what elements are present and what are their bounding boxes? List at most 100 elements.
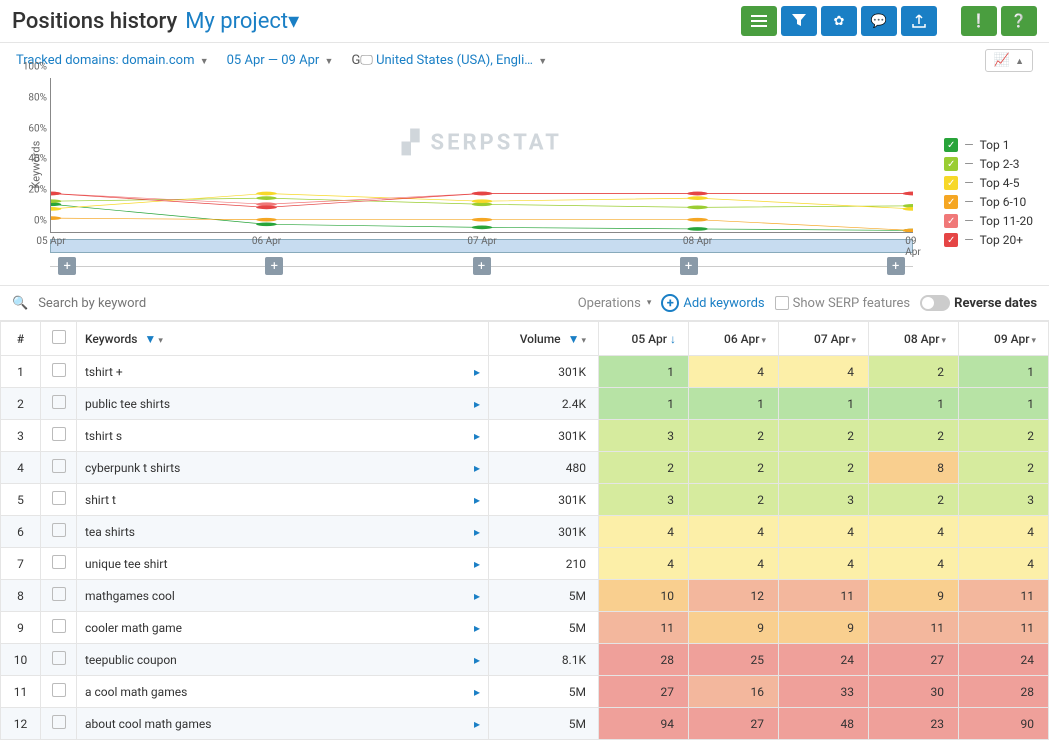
row-checkbox[interactable] [41,484,77,516]
position-cell: 11 [959,612,1049,644]
legend-item[interactable]: ✓—Top 11-20 [944,214,1033,228]
reverse-dates-toggle[interactable]: Reverse dates [920,295,1037,311]
keyword-cell[interactable]: mathgames cool▸ [77,580,489,612]
keyword-cell[interactable]: shirt t▸ [77,484,489,516]
show-serp-toggle[interactable]: Show SERP features [775,296,910,311]
legend-item[interactable]: ✓—Top 6-10 [944,195,1033,209]
keyword-cell[interactable]: a cool math games▸ [77,676,489,708]
check-icon: ✓ [944,157,958,171]
filter-icon: ▼ [141,332,156,346]
position-cell: 9 [779,612,869,644]
volume-cell: 301K [489,484,599,516]
expand-icon[interactable]: ▸ [474,621,480,635]
col-keywords[interactable]: Keywords ▼▾ [77,322,489,356]
comment-button[interactable]: 💬 [861,6,897,36]
legend-item[interactable]: ✓—Top 4-5 [944,176,1033,190]
row-checkbox[interactable] [41,548,77,580]
keyword-cell[interactable]: cooler math game▸ [77,612,489,644]
row-index: 11 [1,676,41,708]
position-cell: 3 [599,484,689,516]
table-row: 9 cooler math game▸ 5M11991111 [1,612,1049,644]
chart-icon: 📈 [994,53,1010,68]
row-checkbox[interactable] [41,612,77,644]
expand-icon[interactable]: ▸ [474,365,480,379]
timeline-marker[interactable]: + [265,257,283,275]
col-volume[interactable]: Volume ▼▾ [489,322,599,356]
expand-icon[interactable]: ▸ [474,557,480,571]
legend-item[interactable]: ✓—Top 2-3 [944,157,1033,171]
col-date-3[interactable]: 08 Apr▾ [869,322,959,356]
position-cell: 4 [779,356,869,388]
position-cell: 2 [869,356,959,388]
col-index[interactable]: # [1,322,41,356]
timeline-marker[interactable]: + [887,257,905,275]
row-index: 2 [1,388,41,420]
col-date-4[interactable]: 09 Apr▾ [959,322,1049,356]
row-checkbox[interactable] [41,644,77,676]
timeline-marker[interactable]: + [473,257,491,275]
row-checkbox[interactable] [41,452,77,484]
project-dropdown[interactable]: My project▾ [185,9,299,34]
position-cell: 9 [689,612,779,644]
expand-icon[interactable]: ▸ [474,461,480,475]
col-date-0[interactable]: 05 Apr ↓ [599,322,689,356]
help-button[interactable]: ❔ [1001,6,1037,36]
alert-button[interactable]: ❕ [961,6,997,36]
keyword-cell[interactable]: tshirt +▸ [77,356,489,388]
position-cell: 94 [599,708,689,740]
filter-icon: ▼ [565,332,580,346]
timeline-marker[interactable]: + [680,257,698,275]
position-cell: 1 [779,388,869,420]
expand-icon[interactable]: ▸ [474,397,480,411]
legend-item[interactable]: ✓—Top 1 [944,138,1033,152]
keyword-cell[interactable]: tea shirts▸ [77,516,489,548]
chevron-down-icon: ▼ [200,57,209,67]
keyword-cell[interactable]: teepublic coupon▸ [77,644,489,676]
position-cell: 2 [779,420,869,452]
expand-icon[interactable]: ▸ [474,429,480,443]
col-date-1[interactable]: 06 Apr▾ [689,322,779,356]
table-row: 12 about cool math games▸ 5M9427482390 [1,708,1049,740]
timeline-marker[interactable]: + [58,257,76,275]
keyword-cell[interactable]: public tee shirts▸ [77,388,489,420]
row-checkbox[interactable] [41,676,77,708]
expand-icon[interactable]: ▸ [474,525,480,539]
row-checkbox[interactable] [41,356,77,388]
export-button[interactable] [901,6,937,36]
region-dropdown[interactable]: G🖵 United States (USA), Engli… ▼ [351,53,547,68]
operations-dropdown[interactable]: Operations▾ [578,296,652,311]
table-row: 2 public tee shirts▸ 2.4K11111 [1,388,1049,420]
row-checkbox[interactable] [41,580,77,612]
date-range-dropdown[interactable]: 05 Apr — 09 Apr ▼ [227,53,334,68]
keyword-cell[interactable]: tshirt s▸ [77,420,489,452]
expand-icon[interactable]: ▸ [474,717,480,731]
row-checkbox[interactable] [41,388,77,420]
check-icon: ✓ [944,195,958,209]
settings-button[interactable]: ✿ [821,6,857,36]
legend-item[interactable]: ✓—Top 20+ [944,233,1033,247]
position-cell: 4 [689,548,779,580]
filter-button[interactable] [781,6,817,36]
position-cell: 2 [689,484,779,516]
col-date-2[interactable]: 07 Apr▾ [779,322,869,356]
expand-icon[interactable]: ▸ [474,589,480,603]
chart-type-button[interactable]: 📈 ▲ [985,49,1033,72]
table-row: 5 shirt t▸ 301K32323 [1,484,1049,516]
row-checkbox[interactable] [41,708,77,740]
expand-icon[interactable]: ▸ [474,653,480,667]
volume-cell: 5M [489,612,599,644]
row-checkbox[interactable] [41,516,77,548]
keywords-table: # Keywords ▼▾ Volume ▼▾ 05 Apr ↓ 06 Apr▾… [0,321,1049,740]
expand-icon[interactable]: ▸ [474,685,480,699]
search-input[interactable] [38,296,238,311]
keyword-cell[interactable]: cyberpunk t shirts▸ [77,452,489,484]
col-checkbox[interactable] [41,322,77,356]
row-checkbox[interactable] [41,420,77,452]
add-keywords-button[interactable]: +Add keywords [661,294,764,312]
list-view-button[interactable] [741,6,777,36]
keyword-cell[interactable]: unique tee shirt▸ [77,548,489,580]
position-cell: 4 [779,516,869,548]
position-cell: 11 [779,580,869,612]
expand-icon[interactable]: ▸ [474,493,480,507]
keyword-cell[interactable]: about cool math games▸ [77,708,489,740]
